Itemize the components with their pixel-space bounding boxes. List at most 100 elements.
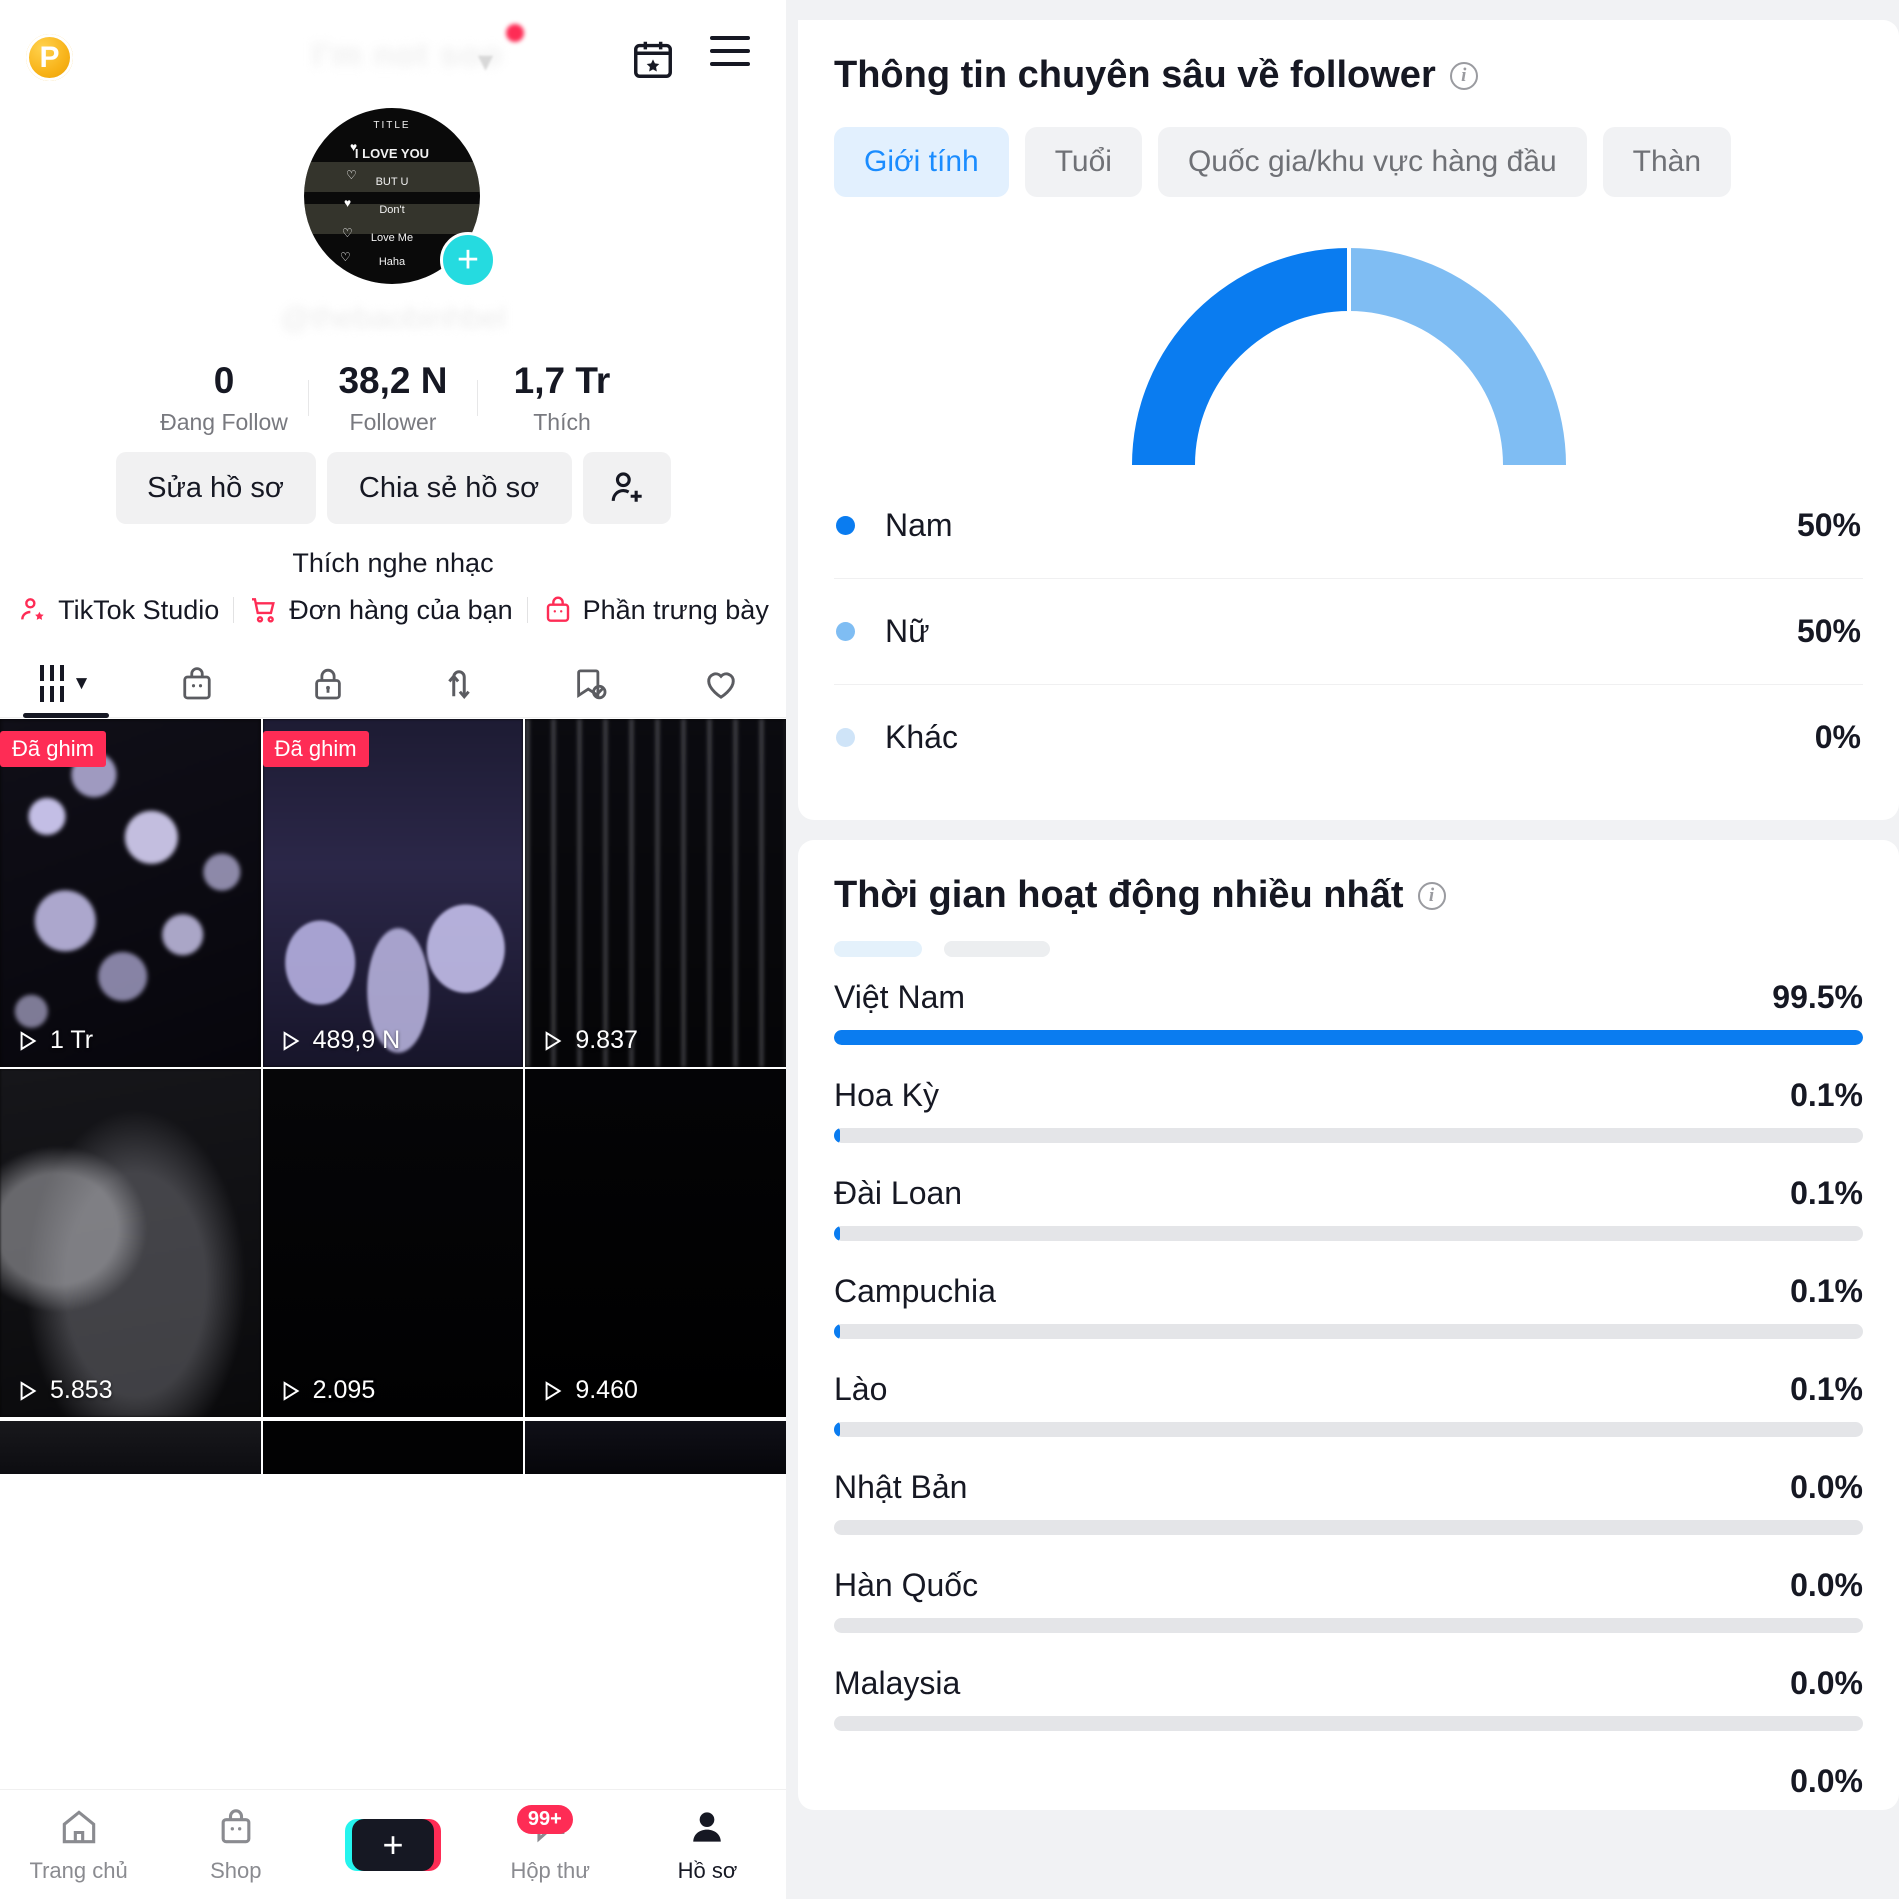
link-showcase-label: Phần trưng bày xyxy=(582,594,769,625)
inbox-badge: 99+ xyxy=(516,1805,573,1834)
tab-shop[interactable] xyxy=(131,650,262,718)
geo-label: Nhật Bản xyxy=(834,1469,968,1505)
screen-root: P I'm not soo ▾ TITLE ♥ I LOVE YOU ♡ BUT… xyxy=(0,0,1899,1899)
video-cell[interactable]: Đã ghim 1 Tr xyxy=(0,719,261,1067)
video-cell[interactable]: 5.853 xyxy=(0,1069,261,1417)
add-friends-button[interactable] xyxy=(582,452,671,524)
geo-fill xyxy=(834,1030,1863,1045)
nav-inbox-label: Hộp thư xyxy=(510,1858,590,1883)
bookmark-hidden-icon xyxy=(576,668,606,699)
geo-label: Malaysia xyxy=(834,1665,961,1701)
menu-icon[interactable] xyxy=(710,36,750,66)
edit-profile-button[interactable]: Sửa hồ sơ xyxy=(115,452,316,524)
video-cell[interactable] xyxy=(0,1421,261,1474)
shopbag-icon xyxy=(546,596,569,622)
nav-shop[interactable]: Shop xyxy=(157,1805,314,1884)
geo-value: 0.0% xyxy=(1790,1469,1863,1505)
link-showcase[interactable]: Phần trưng bày xyxy=(528,594,783,626)
video-cell[interactable]: 9.460 xyxy=(525,1069,786,1417)
profile-username-top[interactable]: I'm not soo xyxy=(312,36,503,75)
nav-inbox[interactable]: 99+ Hộp thư xyxy=(472,1805,629,1884)
gender-gauge-chart xyxy=(834,223,1863,473)
view-count-value: 1 Tr xyxy=(50,1026,94,1054)
geo-row: Hàn Quốc 0.0% xyxy=(834,1567,1863,1633)
loading-skeleton xyxy=(834,941,1863,957)
stat-likes[interactable]: 1,7 Tr Thích xyxy=(478,360,646,436)
stat-followers[interactable]: 38,2 N Follower xyxy=(309,360,477,436)
video-thumbnail xyxy=(262,1069,524,1417)
profile-handle: @thebaobinhbel xyxy=(279,300,507,335)
calendar-star-icon[interactable] xyxy=(630,36,676,87)
avatar-title: TITLE xyxy=(373,120,411,131)
gauge-slice-male xyxy=(1131,248,1349,465)
nav-home-label: Trang chủ xyxy=(29,1858,128,1883)
geo-row: Hoa Kỳ 0.1% xyxy=(834,1077,1863,1143)
tab-saved[interactable] xyxy=(524,650,655,718)
activity-card: Thời gian hoạt động nhiều nhất i Việt Na… xyxy=(798,840,1899,1810)
legend-label-other: Khác xyxy=(885,719,958,755)
gender-gauge-svg xyxy=(1131,248,1566,465)
video-cell[interactable]: 9.837 xyxy=(525,719,786,1067)
geo-label: Hàn Quốc xyxy=(834,1567,979,1603)
geo-track xyxy=(834,1520,1863,1535)
geo-row: 0.0% xyxy=(834,1763,1863,1800)
video-cell[interactable] xyxy=(262,1421,524,1474)
legend-dot-female xyxy=(836,622,855,641)
geo-row: Việt Nam 99.5% xyxy=(834,979,1863,1045)
geo-value: 0.1% xyxy=(1790,1273,1863,1309)
repost-icon xyxy=(447,669,470,699)
coin-icon[interactable]: P xyxy=(26,34,73,81)
skeleton-bar xyxy=(834,941,922,957)
geo-row: Nhật Bản 0.0% xyxy=(834,1469,1863,1535)
link-tiktok-studio[interactable]: TikTok Studio xyxy=(3,594,233,626)
studio-icon xyxy=(21,598,44,620)
link-your-orders[interactable]: Đơn hàng của bạn xyxy=(234,594,526,626)
video-thumbnail xyxy=(525,1069,786,1417)
legend-dot-other xyxy=(836,728,855,747)
info-icon[interactable]: i xyxy=(1449,61,1478,90)
pinned-badge: Đã ghim xyxy=(0,731,106,767)
stat-followers-value: 38,2 N xyxy=(338,360,448,401)
profile-bio: Thích nghe nhạc xyxy=(292,548,494,578)
nav-create[interactable]: + xyxy=(314,1818,471,1871)
profile-tabs: ▼ xyxy=(0,650,786,718)
chip-top-country[interactable]: Quốc gia/khu vực hàng đầu xyxy=(1157,127,1587,197)
avatar[interactable]: TITLE ♥ I LOVE YOU ♡ BUT U ♥ Don't ♡ Lov… xyxy=(304,108,496,288)
video-cell[interactable]: 2.095 xyxy=(262,1069,524,1417)
chevron-down-icon[interactable]: ▾ xyxy=(478,44,493,79)
video-cell[interactable] xyxy=(525,1421,786,1474)
legend-value-male: 50% xyxy=(1796,507,1861,543)
pinned-badge: Đã ghim xyxy=(262,731,369,767)
video-cell[interactable]: Đã ghim 489,9 N xyxy=(262,719,524,1067)
tab-repost[interactable] xyxy=(393,650,524,718)
share-profile-button[interactable]: Chia sẻ hồ sơ xyxy=(326,452,572,524)
view-count-value: 9.460 xyxy=(575,1376,638,1404)
profile-icon xyxy=(693,1812,722,1842)
geo-label: Hoa Kỳ xyxy=(834,1077,939,1113)
home-icon xyxy=(62,1810,95,1844)
tab-posts[interactable]: ▼ xyxy=(0,650,131,718)
tab-private[interactable] xyxy=(262,650,393,718)
geo-fill xyxy=(834,1128,841,1143)
legend-value-other: 0% xyxy=(1814,719,1861,755)
nav-home[interactable]: Trang chủ xyxy=(0,1805,157,1884)
chip-gender[interactable]: Giới tính xyxy=(834,127,1009,197)
add-avatar-button[interactable]: + xyxy=(440,232,496,288)
info-icon[interactable]: i xyxy=(1417,881,1446,910)
view-count: 9.460 xyxy=(539,1376,638,1405)
create-icon[interactable]: + xyxy=(345,1818,441,1871)
chip-city[interactable]: Thàn xyxy=(1602,127,1732,197)
lock-icon xyxy=(314,668,341,699)
profile-stats: 0 Đang Follow 38,2 N Follower 1,7 Tr Thí… xyxy=(0,360,786,436)
play-icon xyxy=(545,1380,562,1401)
tab-liked[interactable] xyxy=(655,650,786,718)
nav-profile[interactable]: Hồ sơ xyxy=(629,1805,786,1884)
geo-label: Campuchia xyxy=(834,1273,996,1309)
country-bar-list: Việt Nam 99.5% Hoa Kỳ 0.1% Đài Loan 0.1%… xyxy=(834,979,1863,1800)
stat-following[interactable]: 0 Đang Follow xyxy=(140,360,308,436)
play-icon xyxy=(283,1380,300,1401)
chip-age[interactable]: Tuổi xyxy=(1024,127,1142,197)
geo-row: Malaysia 0.0% xyxy=(834,1665,1863,1731)
view-count: 1 Tr xyxy=(14,1026,93,1055)
stat-following-label: Đang Follow xyxy=(160,408,288,435)
